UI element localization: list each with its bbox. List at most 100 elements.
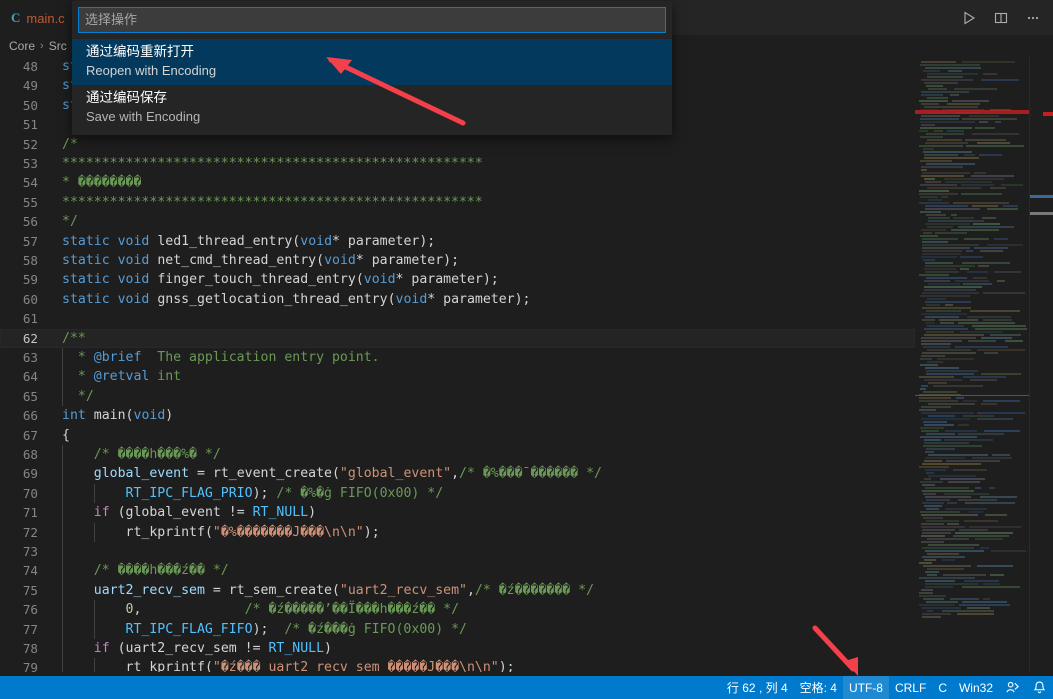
code-line[interactable]: 62 /**	[0, 328, 915, 348]
line-number: 49	[22, 78, 38, 94]
status-cursor-position[interactable]: 行 62 , 列 4	[721, 676, 794, 699]
code-line[interactable]: 56 */	[0, 212, 915, 231]
minimap-line	[922, 502, 944, 504]
status-platform[interactable]: Win32	[953, 676, 999, 699]
minimap-line	[964, 238, 989, 240]
minimap-line	[984, 352, 998, 354]
code-line[interactable]: 76 0, /* �ź�����’��Ï���h���ź�� */	[0, 600, 915, 620]
code-line[interactable]: 71 if (global_event != RT_NULL)	[0, 503, 915, 523]
quick-pick-input[interactable]	[78, 7, 666, 33]
minimap-line	[922, 613, 951, 615]
minimap-line	[925, 583, 978, 585]
code-line[interactable]: 69 global_event = rt_event_create("globa…	[0, 464, 915, 484]
tab-main-c[interactable]: C main.c	[0, 0, 76, 35]
quick-pick-item[interactable]: 通过编码重新打开 Reopen with Encoding	[72, 39, 672, 85]
quick-pick-dropdown[interactable]: 通过编码重新打开 Reopen with Encoding 通过编码保存 Save w…	[72, 1, 672, 135]
split-editor-button[interactable]	[987, 4, 1015, 32]
code-lines[interactable]: 48static49static50static5152/*53********…	[0, 57, 915, 672]
code-line[interactable]: 52 /*	[0, 135, 915, 154]
code-line[interactable]: 68 /* ����h���%� */	[0, 445, 915, 465]
minimap-line	[921, 61, 956, 63]
remote-indicator-icon[interactable]	[999, 676, 1026, 699]
minimap-line	[921, 94, 943, 96]
minimap-line	[948, 481, 980, 483]
code-line[interactable]: 54 * ��������	[0, 173, 915, 192]
minimap-line	[923, 259, 935, 261]
code-line[interactable]: 78 if (uart2_recv_sem != RT_NULL)	[0, 639, 915, 659]
minimap-line	[926, 499, 950, 501]
line-number: 64	[22, 369, 38, 385]
minimap-line	[925, 451, 934, 453]
minimap-line	[958, 424, 969, 426]
code-editor[interactable]: 48static49static50static5152/*53********…	[0, 57, 1053, 672]
minimap-line	[924, 106, 978, 108]
minimap-line	[920, 481, 943, 483]
minimap-line	[924, 505, 942, 507]
line-number: 50	[22, 97, 38, 113]
minimap-line	[927, 349, 971, 351]
minimap-line	[981, 79, 1019, 81]
minimap-line	[926, 433, 955, 435]
status-indentation[interactable]: 空格: 4	[794, 676, 843, 699]
minimap-line	[925, 322, 935, 324]
minimap-line	[924, 439, 941, 441]
code-line[interactable]: 74 /* ����h���ź�� */	[0, 561, 915, 581]
minimap-line	[922, 307, 971, 309]
bell-icon[interactable]	[1026, 676, 1053, 699]
code-line[interactable]: 65 */	[0, 386, 915, 407]
line-number: 65	[22, 388, 38, 404]
minimap-line	[925, 223, 970, 225]
ruler-error-marker	[1043, 112, 1053, 116]
minimap-line	[981, 373, 1021, 375]
minimap-line	[921, 355, 945, 357]
quick-pick-item[interactable]: 通过编码保存 Save with Encoding	[72, 85, 672, 131]
breadcrumb-item-1[interactable]: Src	[49, 39, 67, 53]
minimap-line	[921, 115, 960, 117]
code-line[interactable]: 58 static void net_cmd_thread_entry(void*…	[0, 251, 915, 270]
status-encoding[interactable]: UTF-8	[842, 676, 889, 699]
run-button[interactable]	[955, 4, 983, 32]
quick-pick-item-description: Reopen with Encoding	[86, 63, 217, 78]
minimap-slider[interactable]	[915, 395, 1030, 396]
status-eol[interactable]: CRLF	[889, 676, 932, 699]
minimap-line	[924, 328, 968, 330]
code-line[interactable]: 66 int main(void)	[0, 406, 915, 425]
code-line[interactable]: 73	[0, 542, 915, 562]
minimap-line	[920, 295, 970, 297]
code-line[interactable]: 75 uart2_recv_sem = rt_sem_create("uart2…	[0, 580, 915, 601]
overview-ruler[interactable]	[1029, 57, 1053, 672]
quick-pick-list[interactable]: 通过编码重新打开 Reopen with Encoding 通过编码保存 Save w…	[72, 39, 672, 135]
minimap-line	[978, 265, 989, 267]
minimap-line	[961, 193, 1002, 195]
code-line[interactable]: 60 static void gnss_getlocation_thread_en…	[0, 290, 915, 309]
code-line[interactable]: 64 * @retval int	[0, 367, 915, 387]
minimap-line	[984, 430, 1020, 432]
minimap-line	[987, 244, 1023, 246]
minimap-line	[963, 415, 994, 417]
minimap-line	[924, 460, 942, 462]
breadcrumb-item-0[interactable]: Core	[9, 39, 35, 53]
code-line[interactable]: 57 static void led1_thread_entry(void* pa…	[0, 232, 915, 251]
code-line[interactable]: 77 RT_IPC_FLAG_FIFO); /* �ź���ġ FIFO(0x0…	[0, 619, 915, 639]
minimap-line	[962, 61, 1015, 63]
code-line[interactable]: 63 * @brief The application entry point.	[0, 348, 915, 368]
code-line[interactable]: 67 {	[0, 426, 915, 445]
minimap-line	[980, 496, 1017, 498]
code-line[interactable]: 79 rt_kprintf("�ź��� uart2_recv_sem ����…	[0, 658, 915, 672]
code-line[interactable]: 61	[0, 309, 915, 328]
more-actions-button[interactable]	[1019, 4, 1047, 32]
minimap-line	[947, 523, 959, 525]
code-line[interactable]: 72 rt_kprintf("�%�������J���\n\n");	[0, 522, 915, 542]
minimap-line	[922, 172, 970, 174]
code-line[interactable]: 55 **************************************…	[0, 193, 915, 212]
status-language-mode[interactable]: C	[932, 676, 953, 699]
minimap-line	[925, 550, 984, 552]
minimap-line	[954, 88, 997, 90]
code-line[interactable]: 70 RT_IPC_FLAG_PRIO); /* �%�ġ FIFO(0x00)…	[0, 483, 915, 504]
minimap[interactable]	[915, 57, 1030, 672]
minimap-line	[975, 127, 995, 129]
minimap-line	[960, 331, 1003, 333]
minimap-line	[947, 103, 980, 105]
code-line[interactable]: 53 **************************************…	[0, 154, 915, 173]
code-line[interactable]: 59 static void finger_touch_thread_entry(…	[0, 270, 915, 289]
